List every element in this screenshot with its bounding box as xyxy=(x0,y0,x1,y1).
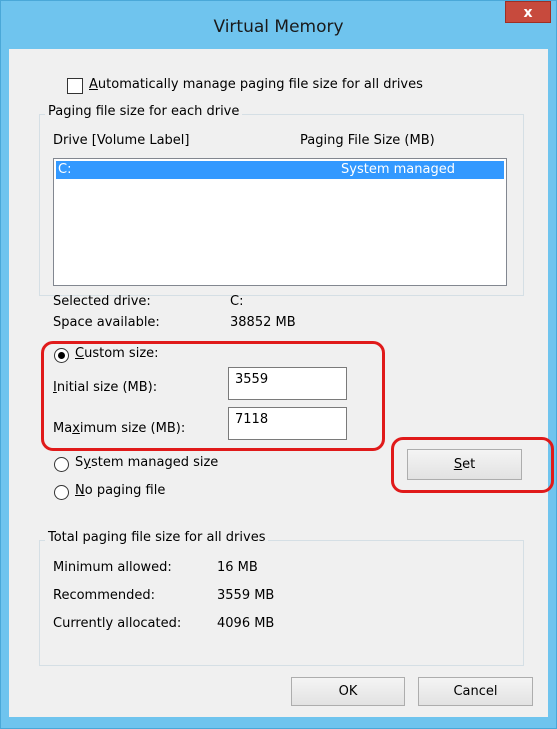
minimum-allowed-value: 16 MB xyxy=(217,560,258,575)
column-header-size: Paging File Size (MB) xyxy=(300,133,435,148)
total-paging-group-legend: Total paging file size for all drives xyxy=(45,530,269,545)
drive-list-row[interactable]: C: System managed xyxy=(56,161,504,179)
auto-manage-checkbox[interactable] xyxy=(67,78,83,94)
no-paging-label[interactable]: No paging file xyxy=(75,483,165,498)
drive-letter: C: xyxy=(58,162,72,177)
total-paging-group xyxy=(39,540,524,666)
custom-size-highlight xyxy=(41,341,385,451)
currently-allocated-value: 4096 MB xyxy=(217,616,275,631)
system-managed-label[interactable]: System managed size xyxy=(75,455,218,470)
paging-file-group-legend: Paging file size for each drive xyxy=(45,104,243,119)
set-button-highlight xyxy=(391,437,554,493)
currently-allocated-label: Currently allocated: xyxy=(53,616,182,631)
system-managed-radio[interactable] xyxy=(54,457,69,472)
space-available-label: Space available: xyxy=(53,315,160,330)
virtual-memory-dialog: Virtual Memory x Automatically manage pa… xyxy=(0,0,557,729)
selected-drive-value: C: xyxy=(230,294,244,309)
no-paging-radio[interactable] xyxy=(54,485,69,500)
cancel-button[interactable]: Cancel xyxy=(418,677,533,706)
minimum-allowed-label: Minimum allowed: xyxy=(53,560,172,575)
space-available-value: 38852 MB xyxy=(230,315,296,330)
auto-manage-label[interactable]: Automatically manage paging file size fo… xyxy=(89,77,423,92)
close-button[interactable]: x xyxy=(505,1,551,23)
column-header-drive: Drive [Volume Label] xyxy=(53,133,190,148)
drive-list[interactable]: C: System managed xyxy=(53,158,507,286)
selected-drive-label: Selected drive: xyxy=(53,294,151,309)
recommended-label: Recommended: xyxy=(53,588,155,603)
title-bar[interactable]: Virtual Memory xyxy=(1,9,556,49)
dialog-body: Automatically manage paging file size fo… xyxy=(9,49,554,717)
dialog-title: Virtual Memory xyxy=(213,17,344,37)
ok-button[interactable]: OK xyxy=(291,677,405,706)
recommended-value: 3559 MB xyxy=(217,588,275,603)
drive-size: System managed xyxy=(341,162,455,177)
